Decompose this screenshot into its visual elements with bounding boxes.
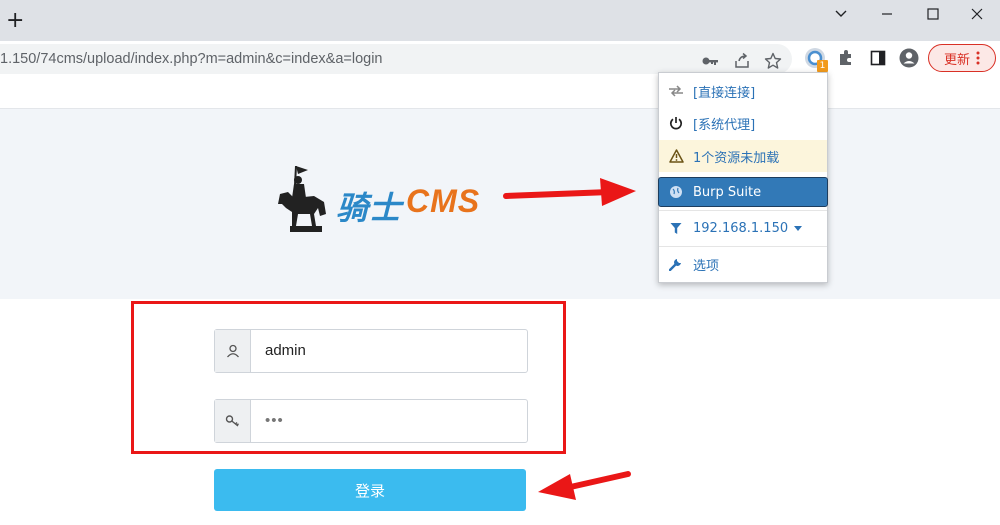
side-panel-icon — [870, 50, 886, 66]
address-bar[interactable]: 1.150/74cms/upload/index.php?m=admin&c=i… — [0, 44, 792, 74]
knight-horse-icon — [278, 165, 326, 232]
password-input-group[interactable]: ••• — [214, 399, 528, 443]
new-tab-button[interactable]: + — [6, 10, 24, 32]
menu-divider — [659, 246, 827, 247]
profile-button[interactable] — [899, 48, 919, 68]
star-icon — [764, 52, 782, 69]
password-key-button[interactable] — [700, 51, 720, 71]
username-addon — [215, 330, 251, 372]
key-icon — [702, 57, 718, 65]
proxy-switch-menu: [直接连接] [系统代理] 1个资源未加载 Burp Suite 192.168… — [658, 72, 828, 283]
more-vertical-icon — [976, 51, 980, 65]
power-icon — [669, 117, 683, 130]
proxy-extension-button[interactable]: 1 — [804, 47, 828, 72]
wrench-icon — [669, 259, 681, 271]
browser-toolbar: 1.150/74cms/upload/index.php?m=admin&c=i… — [0, 41, 1000, 76]
annotation-arrow-right — [503, 178, 636, 206]
profile-avatar-icon — [899, 48, 919, 68]
update-label: 更新 — [943, 52, 970, 68]
filter-icon — [670, 222, 682, 234]
side-panel-button[interactable] — [868, 48, 888, 68]
logo-text-knight: 骑士 — [336, 190, 403, 226]
menu-item-label: 1个资源未加载 — [693, 150, 780, 166]
password-addon — [215, 400, 251, 442]
menu-item-proxy-ip[interactable]: 192.168.1.150 — [659, 212, 827, 244]
extension-badge: 1 — [817, 60, 828, 72]
logo-text-cms: CMS — [406, 183, 481, 219]
warning-icon — [668, 149, 684, 163]
chevron-down-icon — [835, 10, 847, 17]
menu-item-system-proxy[interactable]: [系统代理] — [659, 107, 827, 139]
username-input-group[interactable]: admin — [214, 329, 528, 373]
close-icon — [971, 8, 983, 20]
knight-logo-image — [274, 164, 332, 236]
extensions-button[interactable] — [836, 48, 856, 68]
menu-item-burp-suite[interactable]: Burp Suite — [658, 177, 828, 207]
close-window-button[interactable] — [954, 0, 1000, 28]
key-icon — [225, 415, 239, 427]
minimize-button[interactable] — [864, 0, 910, 28]
share-button[interactable] — [732, 51, 752, 71]
url-text[interactable]: 1.150/74cms/upload/index.php?m=admin&c=i… — [0, 51, 383, 67]
globe-icon — [670, 186, 682, 198]
menu-item-label: Burp Suite — [693, 184, 762, 200]
login-label: 登录 — [354, 481, 385, 500]
update-button[interactable]: 更新 — [928, 44, 996, 72]
direct-connect-icon — [669, 85, 683, 97]
tab-search-button[interactable] — [818, 0, 864, 28]
page-top-bar — [0, 76, 1000, 109]
maximize-button[interactable] — [910, 0, 956, 28]
menu-item-options[interactable]: 选项 — [659, 248, 827, 280]
puzzle-icon — [840, 50, 851, 65]
menu-item-resources-not-loaded[interactable]: 1个资源未加载 — [659, 140, 827, 172]
menu-item-label: 192.168.1.150 — [693, 220, 789, 236]
browser-title-bar: + — [0, 0, 1000, 41]
user-icon — [226, 344, 239, 358]
username-field[interactable]: admin — [265, 342, 306, 359]
bookmark-star-button[interactable] — [763, 51, 783, 71]
login-button[interactable]: 登录 — [214, 469, 526, 511]
menu-item-direct[interactable]: [直接连接] — [659, 75, 827, 107]
plus-icon: + — [6, 8, 25, 33]
minimize-icon — [882, 13, 892, 15]
menu-item-label: [系统代理] — [693, 117, 756, 133]
annotation-arrow-left — [538, 471, 631, 500]
caret-down-icon — [794, 225, 803, 231]
password-field[interactable]: ••• — [265, 412, 284, 429]
maximize-icon — [927, 8, 939, 20]
menu-item-label: [直接连接] — [693, 85, 756, 101]
menu-divider — [659, 210, 827, 211]
menu-item-label: 选项 — [693, 258, 720, 274]
share-icon — [735, 52, 749, 68]
